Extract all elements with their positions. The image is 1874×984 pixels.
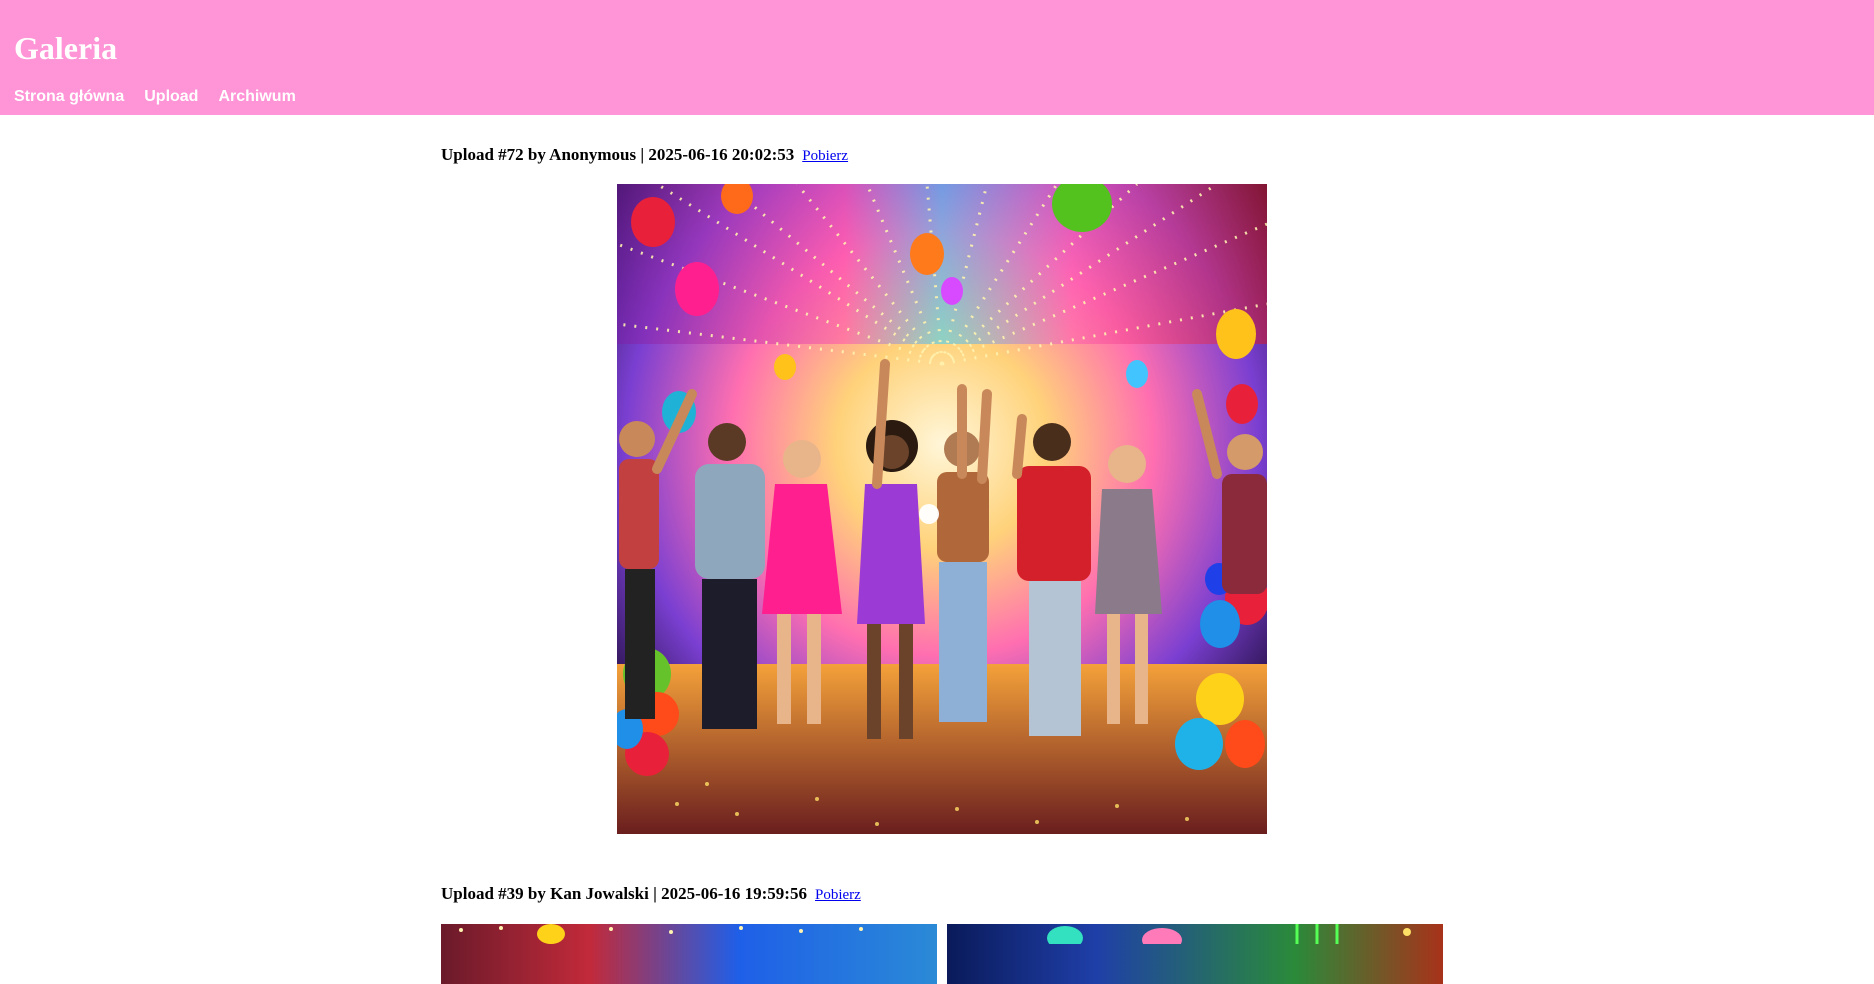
post-image-thumbnail[interactable] <box>947 924 1443 984</box>
site-header: Galeria Strona główna Upload Archiwum <box>0 0 1874 115</box>
download-link[interactable]: Pobierz <box>802 148 848 164</box>
post-meta: Upload #39 by Kan Jowalski | 2025-06-16 … <box>441 884 807 903</box>
post-meta: Upload #72 by Anonymous | 2025-06-16 20:… <box>441 145 795 164</box>
post-image-thumbnail[interactable] <box>441 924 937 984</box>
post-72: Upload #72 by Anonymous | 2025-06-16 20:… <box>441 145 1441 165</box>
download-link[interactable]: Pobierz <box>815 887 861 903</box>
nav-upload-link[interactable]: Upload <box>144 88 198 106</box>
main-nav: Strona główna Upload Archiwum <box>14 88 1860 106</box>
nav-archive-link[interactable]: Archiwum <box>218 88 295 106</box>
nav-home-link[interactable]: Strona główna <box>14 88 124 106</box>
post-header: Upload #39 by Kan Jowalski | 2025-06-16 … <box>441 884 1441 904</box>
site-title: Galeria <box>14 30 118 66</box>
post-image[interactable] <box>617 184 1267 834</box>
post-39: Upload #39 by Kan Jowalski | 2025-06-16 … <box>441 884 1441 904</box>
post-header: Upload #72 by Anonymous | 2025-06-16 20:… <box>441 145 1441 165</box>
